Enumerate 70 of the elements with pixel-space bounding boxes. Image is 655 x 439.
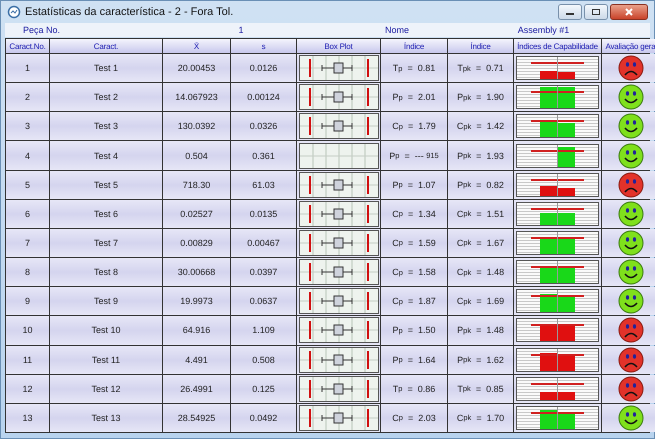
minimize-button[interactable] xyxy=(558,4,582,20)
name-label: Nome xyxy=(384,25,410,35)
table-cell: 10 xyxy=(6,316,49,345)
column-header[interactable]: Índice xyxy=(448,39,513,53)
column-header[interactable]: Índices de Capabilidade xyxy=(514,39,601,53)
table-cell: 9 xyxy=(6,287,49,316)
close-icon xyxy=(624,8,634,16)
table-cell: Test 12 xyxy=(50,374,162,403)
table-cell: 3 xyxy=(6,112,49,140)
table-cell: 0.504 xyxy=(163,141,230,170)
table-cell: Test 3 xyxy=(50,112,162,140)
table-cell: 0.508 xyxy=(231,346,296,374)
table-cell: 13 xyxy=(6,404,49,432)
table-cell: 4 xyxy=(6,141,49,170)
table-cell: 1.109 xyxy=(231,316,296,345)
table-cell: 0.125 xyxy=(231,374,296,403)
table-cell: Test 9 xyxy=(50,287,162,316)
table-cell: 0.0397 xyxy=(231,258,296,286)
table-cell: 0.02527 xyxy=(163,200,230,228)
table-cell: 0.00124 xyxy=(231,83,296,112)
table-cell: 12 xyxy=(6,374,49,403)
table-cell: 0.00829 xyxy=(163,228,230,258)
column-header[interactable]: Box Plot xyxy=(297,39,380,53)
table-cell: 718.30 xyxy=(163,170,230,199)
table-cell: 61.03 xyxy=(231,170,296,199)
table-cell: 26.4991 xyxy=(163,374,230,403)
table-cell: 130.0392 xyxy=(163,112,230,140)
table-cell: 0.0126 xyxy=(231,54,296,82)
table-cell: 0.00467 xyxy=(231,228,296,258)
table-cell: 0.0637 xyxy=(231,287,296,316)
table-cell: Test 5 xyxy=(50,170,162,199)
table-cell: Test 7 xyxy=(50,228,162,258)
table-cell: 0.361 xyxy=(231,141,296,170)
table-cell: Test 11 xyxy=(50,346,162,374)
column-header[interactable]: s xyxy=(231,39,296,53)
table-cell: 5 xyxy=(6,170,49,199)
table-cell: 0.0326 xyxy=(231,112,296,140)
column-header[interactable]: Índice xyxy=(381,39,447,53)
table-cell: 19.9973 xyxy=(163,287,230,316)
table-cell: Test 8 xyxy=(50,258,162,286)
table-cell: Test 4 xyxy=(50,141,162,170)
table-cell: Test 13 xyxy=(50,404,162,432)
table-cell: 0.0135 xyxy=(231,200,296,228)
table-cell: 2 xyxy=(6,83,49,112)
table-cell: 0.0492 xyxy=(231,404,296,432)
table-cell: Test 1 xyxy=(50,54,162,82)
maximize-button[interactable] xyxy=(584,4,608,20)
column-header[interactable]: X̄ xyxy=(163,39,230,53)
table-cell: Test 10 xyxy=(50,316,162,345)
table-cell: 7 xyxy=(6,228,49,258)
table-cell: Test 6 xyxy=(50,200,162,228)
close-button[interactable] xyxy=(610,4,648,20)
name-value: Assembly #1 xyxy=(516,25,570,35)
table-cell: 20.00453 xyxy=(163,54,230,82)
window-title: Estatísticas da característica - 2 - Fora Tol. xyxy=(25,6,234,18)
part-label: Peça No. xyxy=(22,25,62,35)
maximize-icon xyxy=(591,8,601,16)
table-cell: 4.491 xyxy=(163,346,230,374)
table-cell: 8 xyxy=(6,258,49,286)
table-cell: 14.067923 xyxy=(163,83,230,112)
table-cell: 30.00668 xyxy=(163,258,230,286)
column-header[interactable]: Caract. xyxy=(50,39,162,53)
table-cell: Test 2 xyxy=(50,83,162,112)
column-header[interactable]: Caract.No. xyxy=(6,39,49,53)
part-value: 1 xyxy=(237,25,244,35)
table-cell: 64.916 xyxy=(163,316,230,345)
table-cell: 1 xyxy=(6,54,49,82)
table-cell: 28.54925 xyxy=(163,404,230,432)
table-cell: 6 xyxy=(6,200,49,228)
table-cell: 11 xyxy=(6,346,49,374)
